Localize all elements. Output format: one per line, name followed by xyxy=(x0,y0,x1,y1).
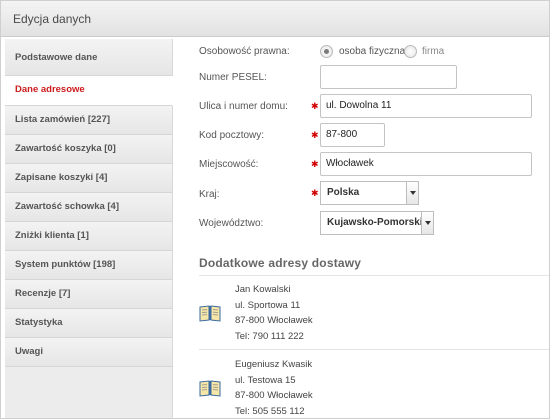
sidebar-item-notes[interactable]: Uwagi xyxy=(5,338,172,367)
sidebar-item-discounts[interactable]: Zniżki klienta [1] xyxy=(5,222,172,251)
sidebar-item-address-data[interactable]: Dane adresowe xyxy=(5,76,173,106)
address-form: Osobowość prawna: osoba fizyczna firma N… xyxy=(175,39,549,418)
address-street: ul. Sportowa 11 xyxy=(235,299,301,311)
sidebar-item-basic-data[interactable]: Podstawowe dane xyxy=(5,39,172,76)
voivodeship-select[interactable]: Kujawsko-Pomorskie xyxy=(320,211,434,235)
street-row: Ulica i numer domu: ✱ ul. Dowolna 11 xyxy=(175,93,549,119)
required-marker: ✱ xyxy=(311,159,319,169)
title-bar: Edycja danych xyxy=(1,1,549,37)
page-title: Edycja danych xyxy=(13,12,92,26)
address-name: Eugeniusz Kwasik xyxy=(235,359,313,370)
radio-company-label[interactable]: firma xyxy=(422,46,444,57)
pesel-label: Numer PESEL: xyxy=(199,72,267,83)
country-select[interactable]: Polska xyxy=(320,181,419,205)
sidebar: Podstawowe dane Dane adresowe Lista zamó… xyxy=(5,39,173,418)
sidebar-item-clipboard[interactable]: Zawartość schowka [4] xyxy=(5,193,172,222)
sidebar-item-reviews[interactable]: Recenzje [7] xyxy=(5,280,172,309)
address-street: ul. Testowa 15 xyxy=(235,374,296,386)
address-name: Jan Kowalski xyxy=(235,284,291,295)
postal-input[interactable]: 87-800 xyxy=(320,123,385,147)
sidebar-item-cart-contents[interactable]: Zawartość koszyka [0] xyxy=(5,135,172,164)
pesel-row: Numer PESEL: xyxy=(175,65,549,91)
chevron-down-icon[interactable] xyxy=(421,212,433,234)
radio-person[interactable] xyxy=(320,45,333,58)
country-row: Kraj: ✱ Polska xyxy=(175,180,549,206)
radio-person-label[interactable]: osoba fizyczna xyxy=(339,46,405,57)
postal-label: Kod pocztowy: xyxy=(199,130,265,141)
address-text: Eugeniusz Kwasik ul. Testowa 15 87-800 W… xyxy=(235,357,313,418)
sidebar-item-saved-carts[interactable]: Zapisane koszyki [4] xyxy=(5,164,172,193)
voivodeship-select-value: Kujawsko-Pomorskie xyxy=(327,217,429,228)
additional-addresses-title: Dodatkowe adresy dostawy xyxy=(199,256,362,270)
divider xyxy=(199,349,549,350)
divider xyxy=(199,275,549,276)
street-label: Ulica i numer domu: xyxy=(199,101,288,112)
postal-row: Kod pocztowy: ✱ 87-800 xyxy=(175,122,549,148)
address-entry-1[interactable]: Jan Kowalski ul. Sportowa 11 87-800 Włoc… xyxy=(199,282,549,352)
address-text: Jan Kowalski ul. Sportowa 11 87-800 Włoc… xyxy=(235,282,313,344)
sidebar-item-statistics[interactable]: Statystyka xyxy=(5,309,172,338)
legal-form-row: Osobowość prawna: osoba fizyczna firma xyxy=(175,43,549,63)
address-phone: Tel: 505 555 112 xyxy=(235,405,305,417)
voivodeship-label: Województwo: xyxy=(199,218,264,229)
legal-form-label: Osobowość prawna: xyxy=(199,46,290,57)
required-marker: ✱ xyxy=(311,130,319,140)
radio-company[interactable] xyxy=(404,45,417,58)
voivodeship-row: Województwo: Kujawsko-Pomorskie xyxy=(175,210,549,236)
country-label: Kraj: xyxy=(199,189,220,200)
address-entry-2[interactable]: Eugeniusz Kwasik ul. Testowa 15 87-800 W… xyxy=(199,357,549,418)
pesel-input[interactable] xyxy=(320,65,457,89)
city-input[interactable]: Włocławek xyxy=(320,152,532,176)
required-marker: ✱ xyxy=(311,101,319,111)
required-marker: ✱ xyxy=(311,188,319,198)
street-input[interactable]: ul. Dowolna 11 xyxy=(320,94,532,118)
book-icon xyxy=(199,305,221,322)
country-select-value: Polska xyxy=(327,187,360,198)
city-row: Miejscowość: ✱ Włocławek xyxy=(175,151,549,177)
address-phone: Tel: 790 111 222 xyxy=(235,330,304,342)
sidebar-item-points[interactable]: System punktów [198] xyxy=(5,251,172,280)
city-label: Miejscowość: xyxy=(199,159,259,170)
address-city: 87-800 Włocławek xyxy=(235,390,313,401)
edit-data-panel: Edycja danych Podstawowe dane Dane adres… xyxy=(0,0,550,419)
book-icon xyxy=(199,380,221,397)
address-city: 87-800 Włocławek xyxy=(235,315,313,326)
sidebar-item-orders[interactable]: Lista zamówień [227] xyxy=(5,106,172,135)
chevron-down-icon[interactable] xyxy=(406,182,418,204)
